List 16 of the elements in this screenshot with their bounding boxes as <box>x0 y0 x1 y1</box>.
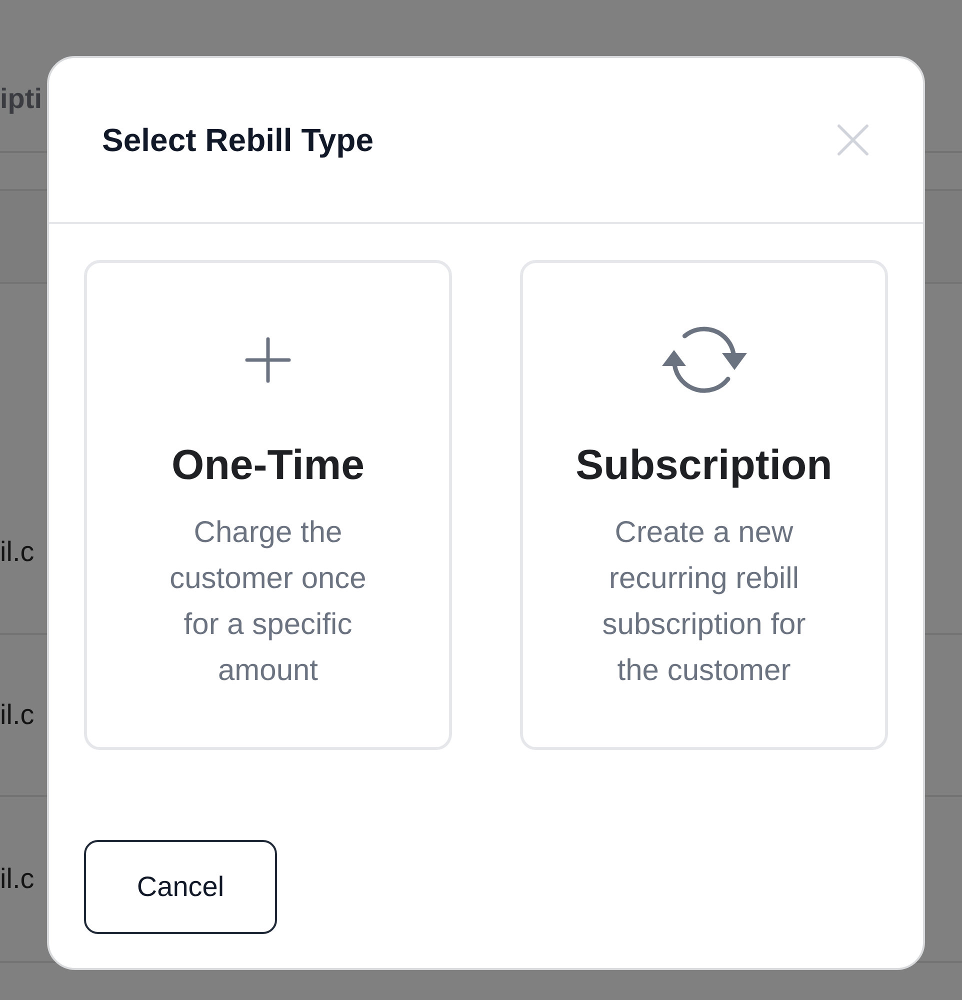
option-title: One-Time <box>172 440 364 490</box>
refresh-icon <box>660 325 748 395</box>
option-description: Charge the customer once for a specific amount <box>168 515 368 689</box>
dialog-title: Select Rebill Type <box>102 121 374 160</box>
table-cell-text: il.c <box>0 534 34 568</box>
option-card[interactable]: One-Time Charge the customer once for a specific amount <box>84 260 452 750</box>
plus-icon <box>244 336 292 384</box>
option-card[interactable]: Subscription Create a new recurring rebill subscription for the customer <box>520 260 888 750</box>
option-description: Create a new recurring rebill subscription for the customer <box>601 515 807 689</box>
cancel-button[interactable]: Cancel <box>84 840 277 934</box>
table-cell-text: il.c <box>0 698 34 732</box>
close-button[interactable] <box>836 123 870 157</box>
table-cell-text: il.c <box>0 862 34 896</box>
table-header-cell-text: ipti <box>0 82 42 116</box>
option-title: Subscription <box>576 440 832 490</box>
close-icon <box>837 124 869 156</box>
